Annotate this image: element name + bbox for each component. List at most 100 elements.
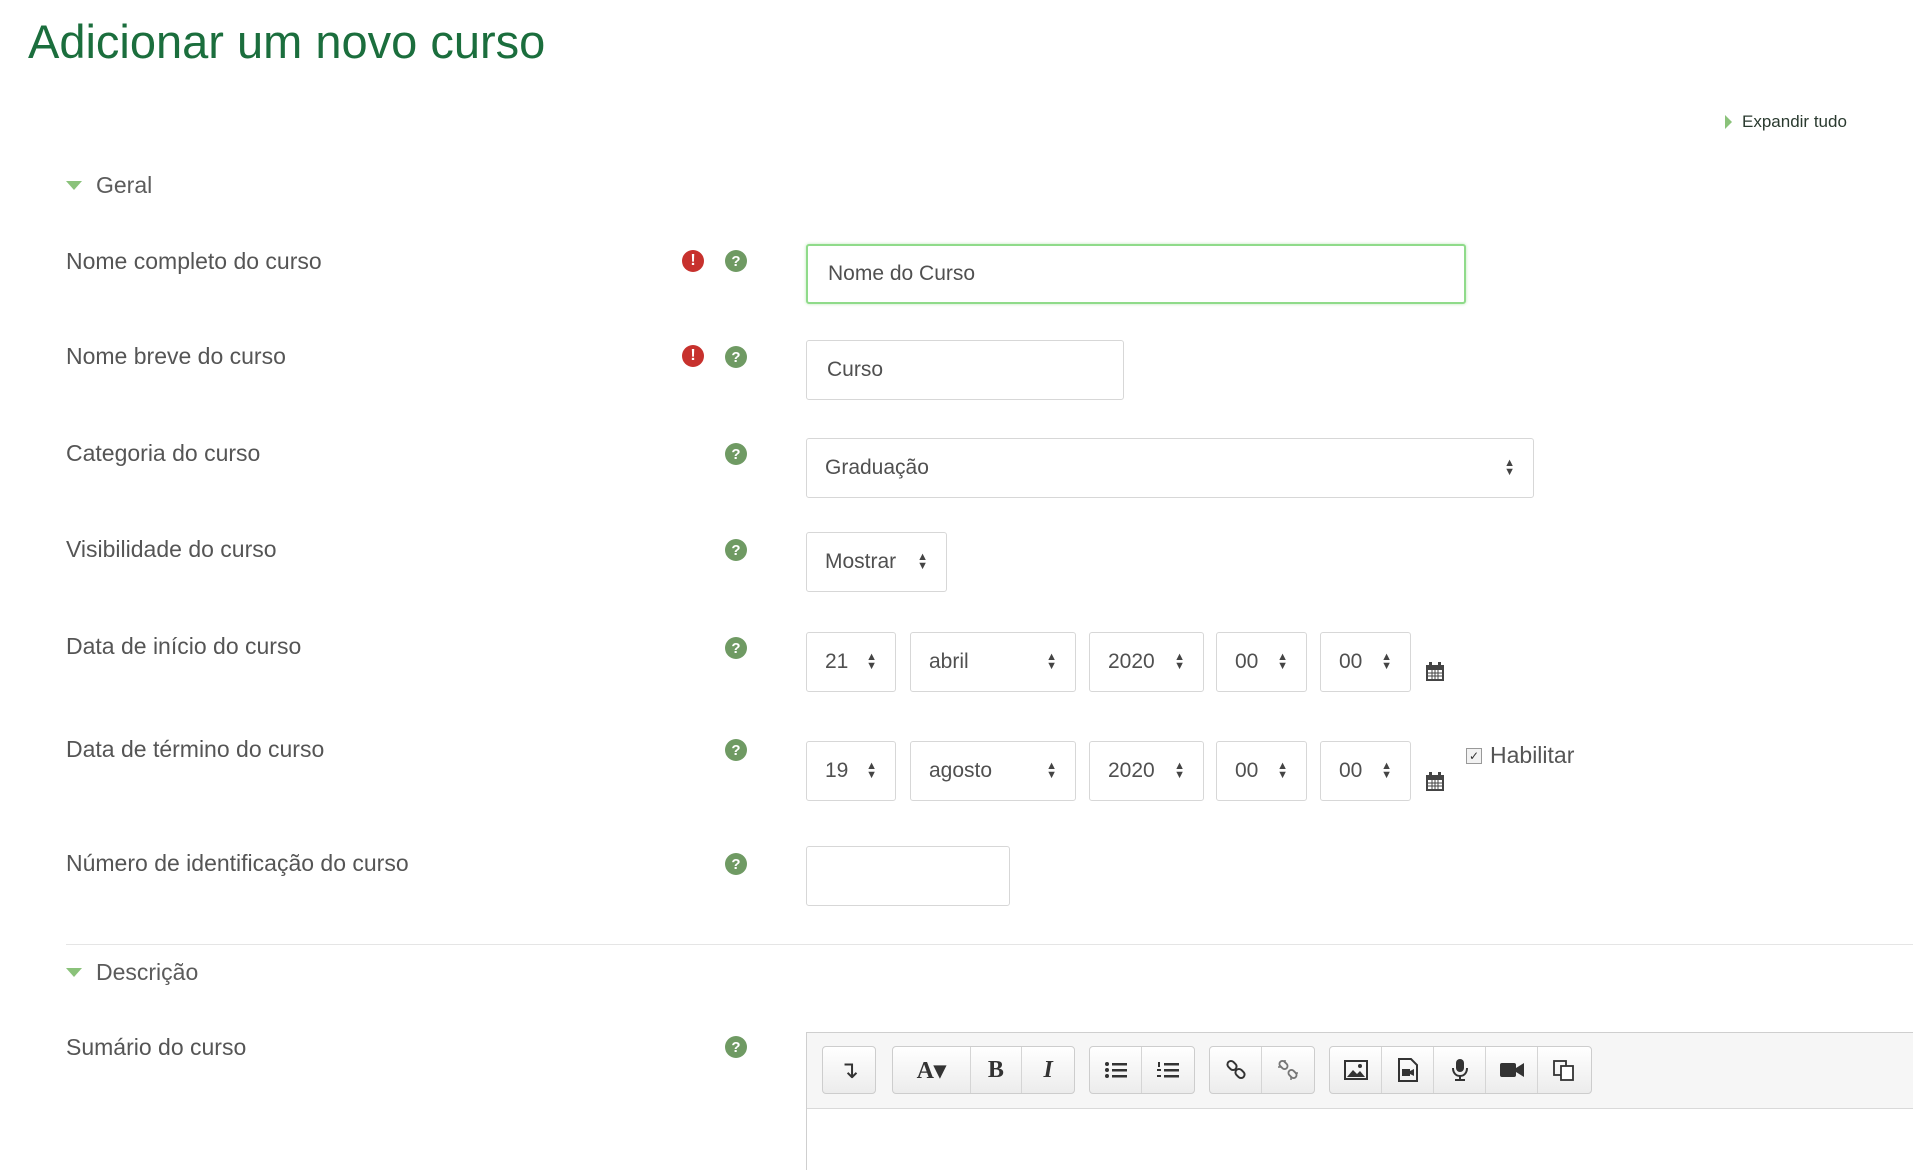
select-arrows-icon: ▲ ▼ (1504, 457, 1515, 478)
start-year-select[interactable]: 2020 ▲ ▼ (1089, 632, 1204, 692)
help-icon[interactable]: ? (725, 1036, 747, 1058)
help-icon[interactable]: ? (725, 443, 747, 465)
category-select[interactable]: Graduação ▲ ▼ (806, 438, 1534, 498)
link-button[interactable] (1210, 1047, 1262, 1093)
start-year-value: 2020 (1108, 650, 1155, 673)
unlink-button[interactable] (1262, 1047, 1314, 1093)
shortname-input[interactable] (806, 340, 1124, 400)
calendar-icon[interactable] (1424, 771, 1446, 793)
category-label: Categoria do curso (66, 440, 261, 466)
unlink-icon (1278, 1060, 1298, 1080)
start-minute-select[interactable]: 00 ▲ ▼ (1320, 632, 1411, 692)
end-date-enable[interactable]: ✓ Habilitar (1466, 742, 1574, 769)
numbered-list-icon (1157, 1062, 1179, 1078)
record-video-button[interactable] (1486, 1047, 1538, 1093)
help-icon[interactable]: ? (725, 346, 747, 368)
end-date-label: Data de término do curso (66, 736, 325, 762)
enable-checkbox[interactable]: ✓ (1466, 747, 1482, 764)
start-month-value: abril (929, 650, 969, 673)
help-icon[interactable]: ? (725, 739, 747, 761)
toolbar-group-links (1209, 1046, 1315, 1094)
manage-files-button[interactable] (1538, 1047, 1590, 1093)
help-icon[interactable]: ? (725, 250, 747, 272)
help-icon[interactable]: ? (725, 637, 747, 659)
select-arrows-icon: ▲ ▼ (1381, 651, 1392, 672)
end-minute-value: 00 (1339, 759, 1363, 782)
idnumber-input[interactable] (806, 846, 1010, 906)
end-hour-select[interactable]: 00 ▲ ▼ (1216, 741, 1307, 801)
required-icon[interactable]: ! (682, 345, 704, 367)
select-arrows-icon: ▲ ▼ (917, 551, 928, 572)
end-day-select[interactable]: 19 ▲ ▼ (806, 741, 896, 801)
microphone-icon (1451, 1059, 1468, 1081)
start-minute-value: 00 (1339, 650, 1363, 673)
collapse-triangle-icon (66, 968, 82, 977)
italic-button[interactable]: I (1022, 1047, 1074, 1093)
visibility-label: Visibilidade do curso (66, 536, 277, 562)
collapse-toolbar-button[interactable]: ↴ (823, 1047, 875, 1093)
toolbar-group-collapse: ↴ (822, 1046, 876, 1094)
fullname-input[interactable] (806, 244, 1466, 304)
editor-toolbar: ↴ A▾ B I (807, 1033, 1913, 1109)
select-arrows-icon: ▲ ▼ (1046, 760, 1057, 781)
expand-all-label: Expandir tudo (1742, 112, 1847, 131)
expand-all-link[interactable]: Expandir tudo (1725, 112, 1847, 132)
link-icon (1225, 1059, 1246, 1080)
section-general-toggle[interactable]: Geral (66, 172, 152, 199)
toolbar-group-media (1329, 1046, 1592, 1094)
unordered-list-button[interactable] (1090, 1047, 1142, 1093)
insert-image-button[interactable] (1330, 1047, 1382, 1093)
select-arrows-icon: ▲ ▼ (1277, 760, 1288, 781)
manage-files-icon (1553, 1060, 1574, 1081)
collapse-triangle-icon (66, 181, 82, 190)
start-date-label: Data de início do curso (66, 633, 302, 659)
ordered-list-button[interactable] (1142, 1047, 1194, 1093)
section-description-title: Descrição (96, 959, 199, 985)
section-general-title: Geral (96, 172, 153, 198)
start-hour-select[interactable]: 00 ▲ ▼ (1216, 632, 1307, 692)
record-audio-button[interactable] (1434, 1047, 1486, 1093)
video-camera-icon (1499, 1063, 1524, 1077)
paragraph-style-button[interactable]: A▾ (893, 1047, 971, 1093)
summary-editor[interactable]: ↴ A▾ B I (806, 1032, 1913, 1170)
shortname-label: Nome breve do curso (66, 343, 286, 369)
select-arrows-icon: ▲ ▼ (866, 651, 877, 672)
select-arrows-icon: ▲ ▼ (1381, 760, 1392, 781)
select-arrows-icon: ▲ ▼ (1277, 651, 1288, 672)
section-description-toggle[interactable]: Descrição (66, 959, 198, 986)
calendar-icon[interactable] (1424, 661, 1446, 683)
media-file-icon (1397, 1058, 1418, 1082)
help-icon[interactable]: ? (725, 539, 747, 561)
visibility-value: Mostrar (825, 550, 897, 573)
end-year-value: 2020 (1108, 759, 1155, 782)
category-value: Graduação (825, 456, 929, 479)
end-hour-value: 00 (1235, 759, 1259, 782)
fullname-label: Nome completo do curso (66, 248, 322, 274)
expand-triangle-icon (1725, 115, 1732, 129)
start-day-value: 21 (825, 650, 849, 673)
insert-media-button[interactable] (1382, 1047, 1434, 1093)
summary-label: Sumário do curso (66, 1034, 247, 1060)
image-icon (1343, 1060, 1368, 1080)
select-arrows-icon: ▲ ▼ (1174, 760, 1185, 781)
bold-button[interactable]: B (971, 1047, 1023, 1093)
required-icon[interactable]: ! (682, 250, 704, 272)
idnumber-label: Número de identificação do curso (66, 850, 409, 876)
select-arrows-icon: ▲ ▼ (1046, 651, 1057, 672)
toolbar-group-lists (1089, 1046, 1195, 1094)
page-title: Adicionar um novo curso (28, 15, 546, 68)
visibility-select[interactable]: Mostrar ▲ ▼ (806, 532, 947, 592)
select-arrows-icon: ▲ ▼ (866, 760, 877, 781)
end-month-select[interactable]: agosto ▲ ▼ (910, 741, 1076, 801)
help-icon[interactable]: ? (725, 853, 747, 875)
end-year-select[interactable]: 2020 ▲ ▼ (1089, 741, 1204, 801)
section-divider (66, 944, 1913, 945)
end-day-value: 19 (825, 759, 849, 782)
end-minute-select[interactable]: 00 ▲ ▼ (1320, 741, 1411, 801)
select-arrows-icon: ▲ ▼ (1174, 651, 1185, 672)
toolbar-group-style: A▾ B I (892, 1046, 1075, 1094)
start-day-select[interactable]: 21 ▲ ▼ (806, 632, 896, 692)
start-month-select[interactable]: abril ▲ ▼ (910, 632, 1076, 692)
end-month-value: agosto (929, 759, 993, 782)
bullet-list-icon (1104, 1062, 1127, 1078)
